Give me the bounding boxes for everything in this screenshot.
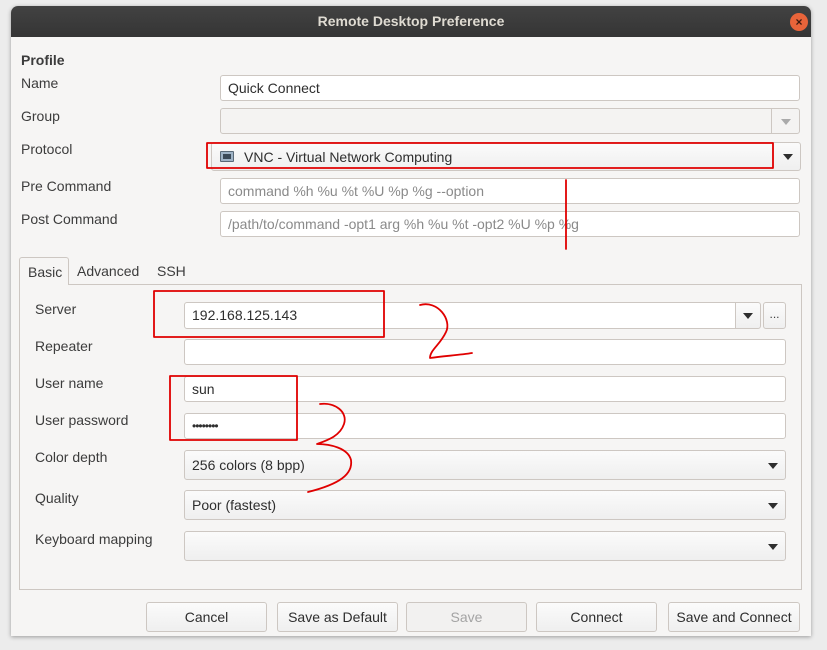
username-field[interactable]: sun bbox=[184, 376, 786, 402]
save-as-default-button[interactable]: Save as Default bbox=[277, 602, 398, 632]
chevron-down-icon bbox=[768, 463, 778, 469]
quality-value: Poor (fastest) bbox=[192, 497, 277, 513]
quality-label: Quality bbox=[35, 490, 79, 506]
name-field[interactable]: Quick Connect bbox=[220, 75, 800, 101]
color-depth-combo[interactable]: 256 colors (8 bpp) bbox=[184, 450, 786, 480]
color-depth-label: Color depth bbox=[35, 449, 108, 465]
close-icon[interactable]: × bbox=[790, 13, 808, 31]
username-label: User name bbox=[35, 375, 104, 391]
save-button[interactable]: Save bbox=[406, 602, 527, 632]
tab-basic[interactable]: Basic bbox=[19, 257, 69, 285]
window-title: Remote Desktop Preference bbox=[317, 13, 505, 29]
server-field[interactable]: 192.168.125.143 bbox=[184, 302, 736, 329]
tab-ssh-tunnel[interactable]: SSH Tunnel bbox=[149, 257, 239, 307]
keymap-combo[interactable] bbox=[184, 531, 786, 561]
server-dropdown-button[interactable] bbox=[735, 302, 761, 329]
color-depth-value: 256 colors (8 bpp) bbox=[192, 457, 305, 473]
save-and-connect-button[interactable]: Save and Connect bbox=[668, 602, 800, 632]
pre-command-field[interactable]: command %h %u %t %U %p %g --option bbox=[220, 178, 800, 204]
pre-command-label: Pre Command bbox=[21, 178, 112, 194]
repeater-field[interactable] bbox=[184, 339, 786, 365]
title-bar: Remote Desktop Preference × bbox=[11, 6, 811, 37]
connect-button[interactable]: Connect bbox=[536, 602, 657, 632]
group-combo-entry[interactable] bbox=[220, 108, 772, 134]
server-browse-button[interactable]: ... bbox=[763, 302, 786, 329]
name-label: Name bbox=[21, 75, 59, 91]
repeater-label: Repeater bbox=[35, 338, 93, 354]
tab-advanced[interactable]: Advanced bbox=[69, 257, 149, 285]
password-field[interactable]: •••••••• bbox=[184, 413, 786, 439]
group-label: Group bbox=[21, 108, 60, 124]
chevron-down-icon bbox=[743, 313, 753, 319]
group-dropdown-button[interactable] bbox=[771, 108, 800, 134]
preference-dialog: Remote Desktop Preference × Profile Name… bbox=[11, 6, 811, 636]
vnc-icon bbox=[220, 151, 234, 162]
protocol-label: Protocol bbox=[21, 141, 73, 157]
cancel-button[interactable]: Cancel bbox=[146, 602, 267, 632]
post-command-field[interactable]: /path/to/command -opt1 arg %h %u %t -opt… bbox=[220, 211, 800, 237]
profile-section-title: Profile bbox=[21, 52, 65, 68]
protocol-value: VNC - Virtual Network Computing bbox=[244, 149, 453, 165]
password-label: User password bbox=[35, 412, 129, 428]
chevron-down-icon bbox=[768, 544, 778, 550]
cancel-label: Cancel bbox=[184, 609, 229, 625]
server-label: Server bbox=[35, 301, 77, 317]
protocol-combo[interactable]: VNC - Virtual Network Computing bbox=[211, 142, 801, 171]
chevron-down-icon bbox=[768, 503, 778, 509]
quality-combo[interactable]: Poor (fastest) bbox=[184, 490, 786, 520]
post-command-label: Post Command bbox=[21, 211, 118, 227]
chevron-down-icon bbox=[783, 154, 793, 160]
chevron-down-icon bbox=[781, 119, 791, 125]
keymap-label: Keyboard mapping bbox=[35, 531, 153, 547]
